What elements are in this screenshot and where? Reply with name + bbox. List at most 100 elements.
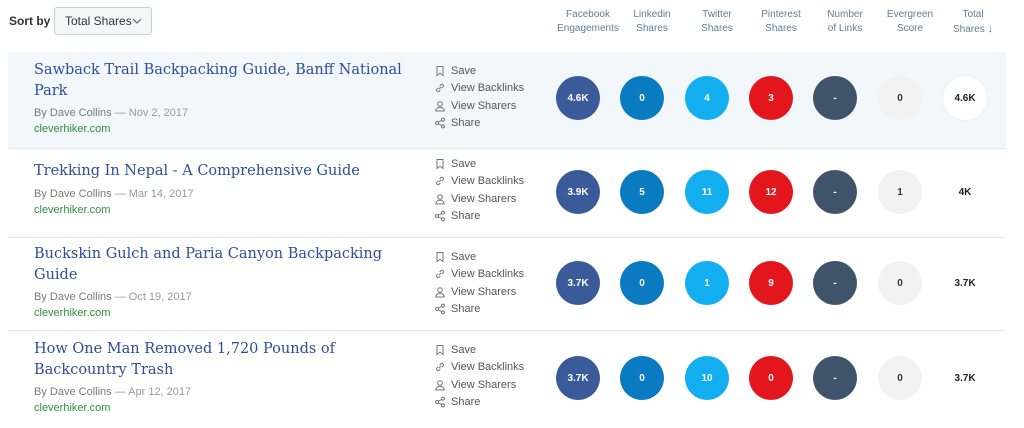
twitter-shares-circle[interactable]: 4 [685, 76, 729, 120]
facebook-engagements-circle[interactable]: 4.6K [556, 76, 600, 120]
column-header-linkedin-shares[interactable]: Linkedin Shares [617, 8, 687, 36]
column-header-line: of Links [827, 23, 863, 34]
view-backlinks-button[interactable]: View Backlinks [434, 359, 544, 377]
share-label: Share [451, 210, 481, 223]
user-icon [435, 100, 445, 112]
number-of-links-circle[interactable]: - [813, 356, 857, 400]
article-row: Trekking In Nepal - A Comprehensive Guid… [8, 149, 1006, 238]
bookmark-icon [436, 158, 444, 170]
share-button[interactable]: Share [434, 115, 544, 133]
article-row: Sawback Trail Backpacking Guide, Banff N… [8, 52, 1006, 149]
view-backlinks-label: View Backlinks [451, 268, 525, 281]
number-of-links-circle[interactable]: - [813, 76, 857, 120]
twitter-shares-circle[interactable]: 10 [685, 356, 729, 400]
view-sharers-button[interactable]: View Sharers [434, 97, 544, 115]
facebook-engagements-circle[interactable]: 3.7K [556, 261, 600, 305]
column-header-line: Shares [765, 23, 797, 34]
link-icon [436, 363, 444, 372]
pinterest-shares-circle[interactable]: 9 [749, 261, 793, 305]
bookmark-icon [436, 344, 444, 356]
view-sharers-label: View Sharers [451, 192, 517, 205]
column-header-line: Linkedin [633, 9, 671, 20]
user-icon [435, 286, 445, 298]
article-domain-link[interactable]: cleverhiker.com [34, 123, 110, 135]
chevron-down-icon [132, 18, 142, 24]
article-title-link[interactable]: Trekking In Nepal - A Comprehensive Guid… [34, 161, 404, 182]
column-header-twitter-shares[interactable]: Twitter Shares [682, 8, 752, 36]
column-header-text: Shares [953, 24, 985, 35]
pinterest-shares-circle[interactable]: 12 [749, 170, 793, 214]
column-header-line: Shares ↓ [938, 22, 1008, 37]
save-label: Save [451, 250, 477, 263]
save-button[interactable]: Save [434, 341, 544, 359]
share-button[interactable]: Share [434, 301, 544, 319]
article-domain-link[interactable]: cleverhiker.com [34, 307, 110, 319]
view-backlinks-button[interactable]: View Backlinks [434, 80, 544, 98]
article-author[interactable]: By Dave Collins [34, 291, 112, 303]
sort-descending-arrow-icon: ↓ [987, 23, 993, 35]
save-button[interactable]: Save [434, 248, 544, 266]
number-of-links-circle[interactable]: - [813, 261, 857, 305]
evergreen-score-circle[interactable]: 0 [878, 261, 922, 305]
toolbar: Sort by Total Shares Facebook Engagement… [0, 0, 1024, 48]
article-author[interactable]: By Dave Collins [34, 188, 112, 200]
view-sharers-button[interactable]: View Sharers [434, 376, 544, 394]
article-author[interactable]: By Dave Collins [34, 107, 112, 119]
user-icon [435, 379, 445, 391]
pinterest-shares-circle[interactable]: 0 [749, 356, 793, 400]
view-backlinks-label: View Backlinks [451, 82, 525, 95]
column-header-evergreen-score[interactable]: Evergreen Score [875, 8, 945, 36]
save-label: Save [451, 343, 477, 356]
share-button[interactable]: Share [434, 394, 544, 412]
view-sharers-button[interactable]: View Sharers [434, 190, 544, 208]
twitter-shares-circle[interactable]: 1 [685, 261, 729, 305]
article-author[interactable]: By Dave Collins [34, 386, 112, 398]
save-button[interactable]: Save [434, 155, 544, 173]
column-header-total-shares[interactable]: Total Shares ↓ [938, 8, 1008, 37]
article-domain-link[interactable]: cleverhiker.com [34, 204, 110, 216]
linkedin-shares-circle[interactable]: 0 [620, 356, 664, 400]
save-button[interactable]: Save [434, 62, 544, 80]
sort-dropdown[interactable]: Total Shares [54, 7, 152, 35]
evergreen-score-circle[interactable]: 1 [878, 170, 922, 214]
facebook-engagements-circle[interactable]: 3.9K [556, 170, 600, 214]
column-header-line: Number [827, 9, 863, 20]
article-row: How One Man Removed 1,720 Pounds of Back… [8, 331, 1006, 428]
article-title-link[interactable]: Sawback Trail Backpacking Guide, Banff N… [34, 60, 404, 102]
evergreen-score-circle[interactable]: 0 [878, 356, 922, 400]
share-button[interactable]: Share [434, 208, 544, 226]
column-header-line: Twitter [702, 9, 732, 20]
linkedin-shares-circle[interactable]: 5 [620, 170, 664, 214]
view-backlinks-button[interactable]: View Backlinks [434, 266, 544, 284]
bookmark-icon [436, 65, 444, 77]
total-shares-circle[interactable]: 4.6K [943, 76, 987, 120]
article-title-link[interactable]: How One Man Removed 1,720 Pounds of Back… [34, 339, 404, 381]
linkedin-shares-circle[interactable]: 0 [620, 76, 664, 120]
share-icon [435, 303, 445, 315]
share-icon [435, 210, 445, 222]
article-title-link[interactable]: Buckskin Gulch and Paria Canyon Backpack… [34, 244, 404, 286]
column-header-pinterest-shares[interactable]: Pinterest Shares [746, 8, 816, 36]
column-header-line: Shares [636, 23, 668, 34]
total-shares-circle[interactable]: 3.7K [943, 356, 987, 400]
total-shares-circle[interactable]: 4K [943, 170, 987, 214]
linkedin-shares-circle[interactable]: 0 [620, 261, 664, 305]
twitter-shares-circle[interactable]: 11 [685, 170, 729, 214]
facebook-engagements-circle[interactable]: 3.7K [556, 356, 600, 400]
article-date: — Oct 19, 2017 [114, 291, 192, 303]
article-byline: By Dave Collins — Apr 12, 2017 [34, 386, 191, 398]
column-header-number-of-links[interactable]: Number of Links [810, 8, 880, 36]
column-header-line: Shares [701, 23, 733, 34]
link-icon [436, 177, 444, 186]
article-domain-link[interactable]: cleverhiker.com [34, 402, 110, 414]
pinterest-shares-circle[interactable]: 3 [749, 76, 793, 120]
number-of-links-circle[interactable]: - [813, 170, 857, 214]
view-backlinks-button[interactable]: View Backlinks [434, 173, 544, 191]
view-sharers-button[interactable]: View Sharers [434, 283, 544, 301]
column-header-line: Facebook [566, 9, 610, 20]
column-header-line: Score [896, 23, 924, 34]
evergreen-score-circle[interactable]: 0 [878, 76, 922, 120]
total-shares-circle[interactable]: 3.7K [943, 261, 987, 305]
sort-dropdown-value: Total Shares [65, 14, 132, 28]
column-header-facebook-engagements[interactable]: Facebook Engagements [553, 8, 623, 36]
